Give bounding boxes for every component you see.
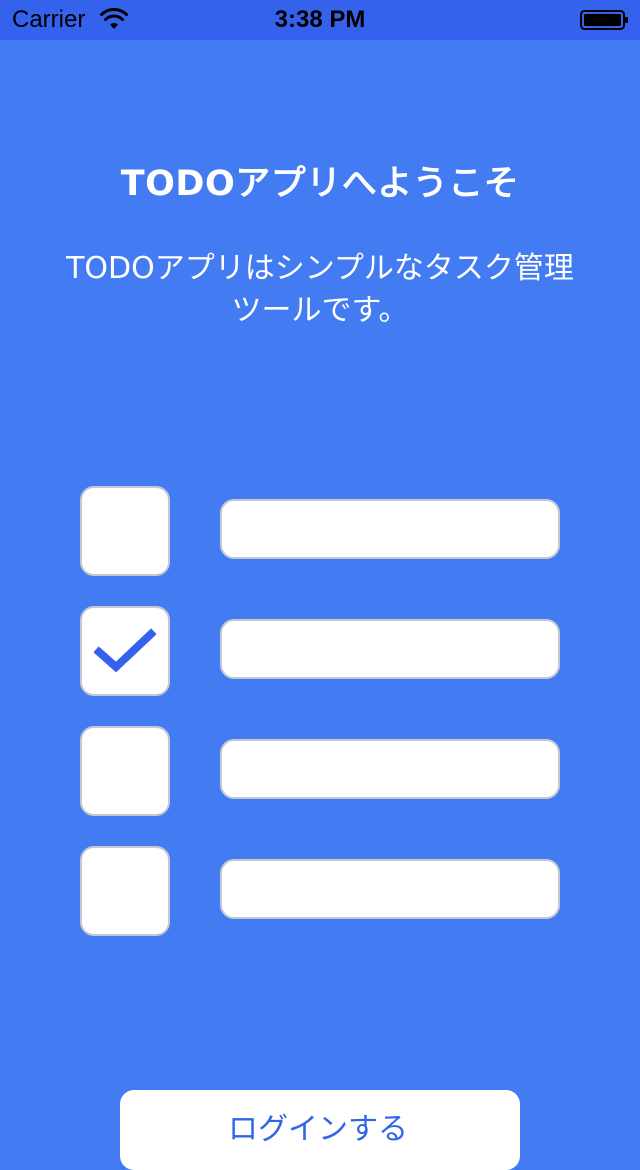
todo-item: [80, 726, 560, 816]
status-bar: Carrier 3:38 PM: [0, 0, 640, 40]
todo-checkbox[interactable]: [80, 726, 170, 816]
todo-item: [80, 486, 560, 576]
todo-text-field[interactable]: [220, 739, 560, 799]
app-description: TODOアプリはシンプルなタスク管理 ツールです。: [40, 248, 600, 332]
todo-checkbox[interactable]: [80, 486, 170, 576]
todo-item: [80, 846, 560, 936]
todo-text-field[interactable]: [220, 499, 560, 559]
todo-checkbox-checked[interactable]: [80, 606, 170, 696]
description-line-1: TODOアプリはシンプルなタスク管理: [66, 251, 574, 286]
todo-text-field[interactable]: [220, 619, 560, 679]
login-button[interactable]: ログインする: [120, 1090, 520, 1170]
status-time: 3:38 PM: [274, 6, 366, 33]
welcome-title: TODOアプリへようこそ: [120, 164, 520, 204]
todo-text-field[interactable]: [220, 859, 560, 919]
todo-checkbox[interactable]: [80, 846, 170, 936]
checkmark-icon: [94, 628, 156, 673]
battery-icon: [580, 10, 628, 30]
todo-item: [80, 606, 560, 696]
description-line-2: ツールです。: [231, 293, 409, 328]
